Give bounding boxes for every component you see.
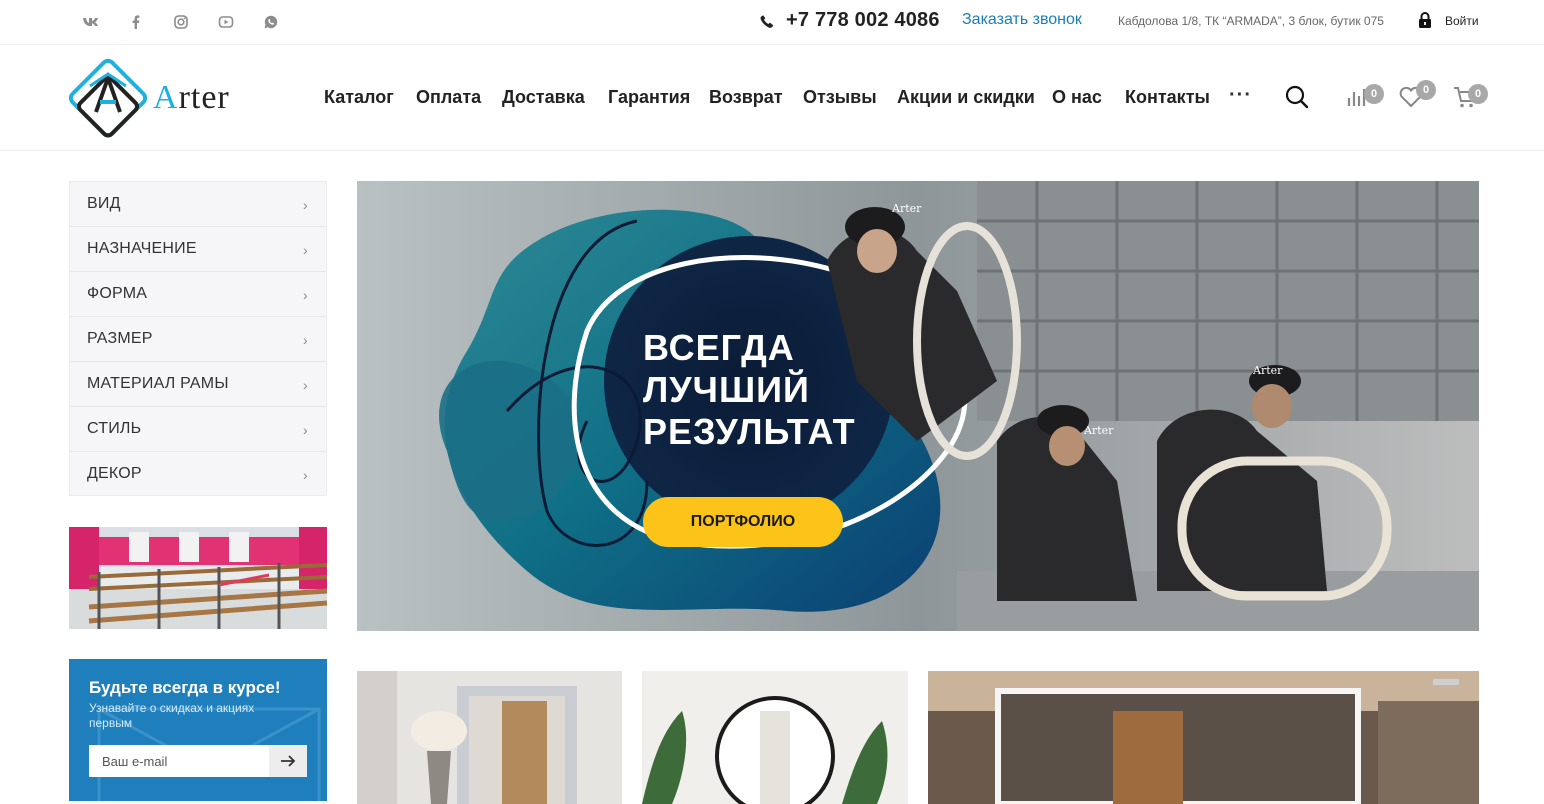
hero-banner[interactable]: Arter Arter Arter ВСЕГДА ЛУЧШИЙ РЕЗУЛЬТА… bbox=[357, 181, 1479, 631]
nav-reviews[interactable]: Отзывы bbox=[803, 87, 877, 108]
login-link[interactable]: Войти bbox=[1445, 14, 1479, 28]
subscribe-box: Будьте всегда в курсе! Узнавайте о скидк… bbox=[69, 659, 327, 801]
portfolio-button[interactable]: ПОРТФОЛИО bbox=[643, 497, 843, 547]
chevron-right-icon: › bbox=[303, 242, 308, 258]
store-address: Кабдолова 1/8, ТК “ARMADA”, 3 блок, бути… bbox=[1118, 14, 1384, 28]
nav-catalog[interactable]: Каталог bbox=[324, 87, 394, 108]
vk-icon[interactable] bbox=[80, 12, 100, 32]
category-menu: ВИД › НАЗНАЧЕНИЕ › ФОРМА › РАЗМЕР › МАТЕ… bbox=[69, 181, 327, 496]
category-label: МАТЕРИАЛ РАМЫ bbox=[87, 375, 229, 392]
svg-text:Arter: Arter bbox=[1083, 424, 1114, 437]
side-banner-image[interactable] bbox=[69, 527, 327, 629]
nav-about[interactable]: О нас bbox=[1052, 87, 1102, 108]
top-bar: +7 778 002 4086 Заказать звонок Кабдолов… bbox=[0, 0, 1544, 45]
category-item-shape[interactable]: ФОРМА › bbox=[70, 272, 326, 317]
category-item-size[interactable]: РАЗМЕР › bbox=[70, 317, 326, 362]
category-item-purpose[interactable]: НАЗНАЧЕНИЕ › bbox=[70, 227, 326, 272]
logo-text[interactable]: Arter bbox=[153, 79, 230, 117]
phone-icon bbox=[760, 15, 774, 28]
arrow-right-icon bbox=[281, 755, 296, 767]
facebook-icon[interactable] bbox=[126, 12, 146, 32]
chevron-right-icon: › bbox=[303, 287, 308, 303]
category-label: НАЗНАЧЕНИЕ bbox=[87, 240, 197, 257]
subscribe-button[interactable] bbox=[269, 745, 307, 777]
nav-promotions[interactable]: Акции и скидки bbox=[897, 87, 1035, 108]
product-tile-1[interactable] bbox=[357, 671, 622, 804]
instagram-icon[interactable] bbox=[171, 12, 191, 32]
product-tile-3[interactable] bbox=[928, 671, 1479, 804]
callback-link[interactable]: Заказать звонок bbox=[962, 11, 1082, 29]
nav-delivery[interactable]: Доставка bbox=[502, 87, 585, 108]
category-item-frame-material[interactable]: МАТЕРИАЛ РАМЫ › bbox=[70, 362, 326, 407]
nav-more-button[interactable]: ··· bbox=[1229, 84, 1252, 107]
hero-background-image: Arter Arter Arter bbox=[357, 181, 1479, 631]
svg-text:Arter: Arter bbox=[1252, 364, 1283, 377]
nav-warranty[interactable]: Гарантия bbox=[608, 87, 690, 108]
compare-count-badge: 0 bbox=[1364, 84, 1384, 104]
category-item-decor[interactable]: ДЕКОР › bbox=[70, 452, 326, 497]
category-label: ДЕКОР bbox=[87, 465, 142, 482]
hero-title: ВСЕГДА ЛУЧШИЙ РЕЗУЛЬТАТ bbox=[643, 327, 856, 452]
chevron-right-icon: › bbox=[303, 197, 308, 213]
nav-payment[interactable]: Оплата bbox=[416, 87, 481, 108]
email-field[interactable] bbox=[89, 745, 269, 777]
phone-number[interactable]: +7 778 002 4086 bbox=[786, 9, 940, 32]
chevron-right-icon: › bbox=[303, 332, 308, 348]
search-icon[interactable] bbox=[1284, 84, 1310, 110]
category-label: ФОРМА bbox=[87, 285, 148, 302]
nav-return[interactable]: Возврат bbox=[709, 87, 783, 108]
nav-contacts[interactable]: Контакты bbox=[1125, 87, 1210, 108]
product-tile-2[interactable] bbox=[642, 671, 908, 804]
category-label: РАЗМЕР bbox=[87, 330, 153, 347]
lock-icon[interactable] bbox=[1416, 11, 1434, 29]
youtube-icon[interactable] bbox=[216, 12, 236, 32]
cart-count-badge: 0 bbox=[1468, 84, 1488, 104]
subscribe-text: Узнавайте о скидках и акциях первым bbox=[89, 701, 255, 730]
category-label: ВИД bbox=[87, 195, 121, 212]
chevron-right-icon: › bbox=[303, 467, 308, 483]
category-item-style[interactable]: СТИЛЬ › bbox=[70, 407, 326, 452]
favorites-count-badge: 0 bbox=[1416, 80, 1436, 100]
svg-text:Arter: Arter bbox=[891, 202, 922, 215]
subscribe-title: Будьте всегда в курсе! bbox=[89, 678, 281, 697]
whatsapp-icon[interactable] bbox=[261, 12, 281, 32]
chevron-right-icon: › bbox=[303, 422, 308, 438]
category-label: СТИЛЬ bbox=[87, 420, 142, 437]
category-item-view[interactable]: ВИД › bbox=[70, 182, 326, 227]
chevron-right-icon: › bbox=[303, 377, 308, 393]
